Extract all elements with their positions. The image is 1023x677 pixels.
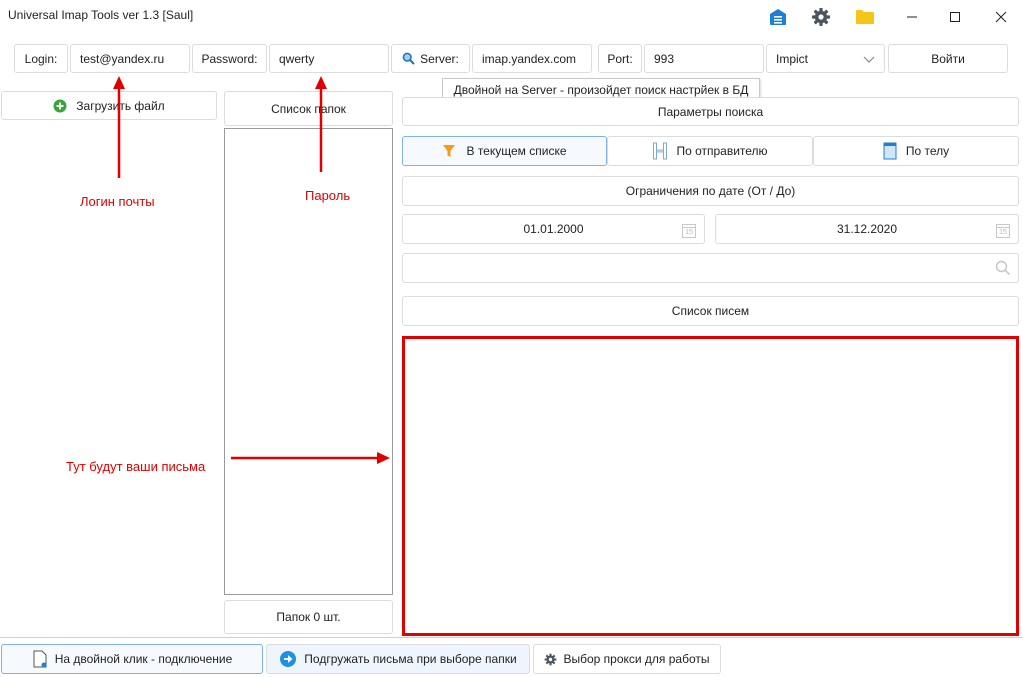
proxy-select-button[interactable]: Выбор прокси для работы	[533, 644, 721, 674]
annotation-login: Логин почты	[80, 194, 155, 209]
annotation-messages: Тут будут ваши письма	[66, 459, 206, 474]
annotation-arrows	[113, 76, 390, 464]
double-click-connect-label: На двойной клик - подключение	[54, 652, 233, 666]
proxy-select-label: Выбор прокси для работы	[563, 652, 710, 666]
annotation-password: Пароль	[305, 188, 351, 203]
load-on-select-toggle[interactable]: Подгружать письма при выборе папки	[266, 644, 530, 674]
load-on-select-label: Подгружать письма при выборе папки	[304, 652, 517, 666]
bottom-divider	[0, 637, 1023, 638]
double-click-connect-button[interactable]: На двойной клик - подключение	[1, 644, 263, 674]
arrow-right-circle-icon	[280, 651, 297, 667]
file-icon	[33, 650, 47, 668]
gear-icon	[545, 653, 557, 665]
